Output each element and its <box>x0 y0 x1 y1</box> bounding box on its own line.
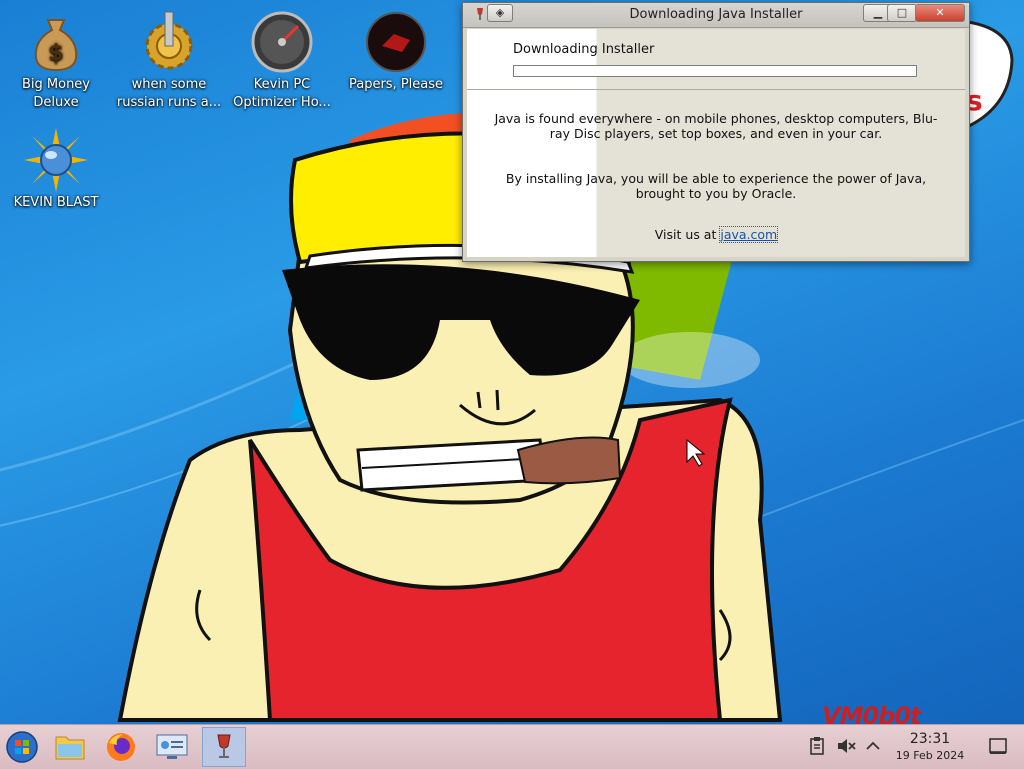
svg-text:$: $ <box>48 41 63 66</box>
papers-please-icon <box>366 12 426 72</box>
firefox-icon <box>107 733 135 761</box>
desktop-icon-kevin-blast[interactable]: KEVIN BLAST <box>0 128 112 212</box>
java-info-paragraph: Java is found everywhere - on mobile pho… <box>494 111 938 141</box>
start-button[interactable] <box>0 727 44 767</box>
sun-globe-icon <box>24 128 88 192</box>
taskbar-file-manager[interactable] <box>48 727 92 767</box>
desktop-icon-label: Papers, Please <box>348 77 444 92</box>
desktop-icon-label: KEVIN BLAST <box>13 195 99 210</box>
maximize-button[interactable]: □ <box>887 4 917 22</box>
desktop-icon-russian-gear[interactable]: when some russian runs a... <box>113 10 225 112</box>
speedometer-icon <box>251 11 313 73</box>
file-manager-icon <box>55 736 85 760</box>
desktop-icon-papers-please[interactable]: Papers, Please <box>340 10 452 94</box>
java-oracle-paragraph: By installing Java, you will be able to … <box>505 171 927 201</box>
divider <box>467 89 965 90</box>
taskbar: 23:31 19 Feb 2024 <box>0 724 1024 769</box>
desktop-icon-label: Kevin PC <box>253 77 311 92</box>
taskbar-remote-desktop[interactable] <box>150 727 194 767</box>
volume-muted-icon[interactable] <box>835 735 857 757</box>
download-status-label: Downloading Installer <box>513 42 655 57</box>
window-titlebar[interactable]: ◈ Downloading Java Installer ▁ □ ✕ <box>463 3 969 28</box>
visit-prefix: Visit us at <box>654 227 721 242</box>
java-installer-icon <box>217 734 231 758</box>
clock-time[interactable]: 23:31 <box>892 731 968 747</box>
desktop-icon-label: Big Money <box>21 77 90 92</box>
start-orb-icon <box>6 731 38 763</box>
clock-date[interactable]: 19 Feb 2024 <box>886 749 974 762</box>
clipboard-icon[interactable] <box>806 735 828 757</box>
desktop-icon-label: russian runs a... <box>116 95 222 110</box>
installer-body: Downloading Installer Java is found ever… <box>467 29 965 257</box>
desktop-icon-label: Deluxe <box>33 95 79 110</box>
remote-desktop-icon <box>156 734 188 759</box>
desktop-icon-label: Optimizer Ho... <box>233 95 331 110</box>
show-desktop-icon[interactable] <box>987 735 1009 757</box>
visit-line: Visit us at java.com <box>487 226 945 243</box>
chevron-up-icon[interactable] <box>862 735 884 757</box>
java-com-link[interactable]: java.com <box>719 226 779 243</box>
java-installer-window: ◈ Downloading Java Installer ▁ □ ✕ Downl… <box>462 2 970 262</box>
desktop-icon-big-money-deluxe[interactable]: $ Big Money Deluxe <box>0 10 112 112</box>
taskbar-firefox[interactable] <box>99 727 143 767</box>
close-button[interactable]: ✕ <box>915 4 965 22</box>
money-bag-icon: $ <box>34 19 78 72</box>
desktop-icon-label: when some <box>131 77 207 92</box>
taskbar-java-installer[interactable] <box>202 727 246 767</box>
desktop-icon-kevin-pc-optimizer[interactable]: Kevin PC Optimizer Ho... <box>226 10 338 112</box>
gear-icon <box>145 11 193 70</box>
download-progress-bar <box>513 65 917 77</box>
